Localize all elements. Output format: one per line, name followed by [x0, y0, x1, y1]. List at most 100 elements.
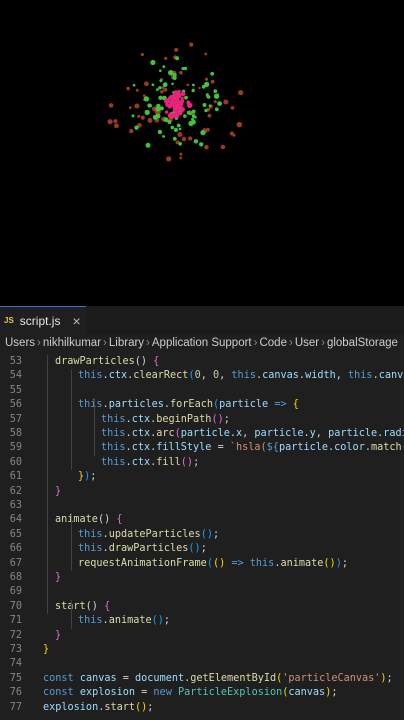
particle-dot	[186, 100, 191, 105]
breadcrumb-separator-icon: ›	[321, 337, 325, 349]
code-token: fill	[156, 456, 181, 468]
code-token: arc	[156, 428, 175, 439]
code-text: requestAnimationFrame(() => this.animate…	[78, 557, 348, 571]
particle-dot	[172, 136, 177, 141]
particle-dot	[162, 82, 168, 88]
particle-dot	[113, 119, 118, 124]
code-token: =>	[268, 399, 293, 411]
code-token: const	[43, 672, 80, 684]
particle-dot	[213, 100, 217, 104]
code-line[interactable]: 57 this.ctx.beginPath();	[0, 413, 404, 427]
code-token: particle	[219, 399, 269, 411]
particle-dot	[165, 103, 169, 107]
code-line[interactable]: 74	[0, 657, 404, 671]
code-token: particle	[278, 442, 329, 454]
code-line[interactable]: 77 explosion.start();	[0, 701, 404, 715]
line-number: 73	[9, 644, 22, 655]
particle-dot	[144, 109, 150, 115]
breadcrumb-item[interactable]: globalStorage	[327, 337, 398, 349]
code-line[interactable]: 67 requestAnimationFrame(() => this.anima…	[0, 557, 404, 571]
breadcrumb-item[interactable]: Users	[5, 337, 35, 349]
code-text: }	[55, 485, 61, 499]
code-text: this.particles.forEach(particle => {	[78, 398, 299, 412]
particle-dot	[144, 81, 149, 87]
code-line[interactable]: 53 drawParticles() {	[0, 355, 404, 369]
code-line[interactable]: 64 animate() {	[0, 513, 404, 527]
particle-dot	[143, 96, 150, 102]
particle-dot	[238, 90, 244, 96]
code-line[interactable]: 54 this.ctx.clearRect(0, 0, this.canvas.w…	[0, 369, 404, 383]
code-text: this.ctx.beginPath();	[101, 413, 230, 427]
code-line[interactable]: 63	[0, 499, 404, 513]
code-token: animate	[55, 514, 98, 526]
particle-dot	[134, 103, 140, 109]
code-token: width	[305, 370, 336, 382]
breadcrumb-separator-icon: ›	[103, 337, 107, 349]
code-token: =	[211, 442, 230, 454]
breadcrumb-item[interactable]: Library	[109, 337, 144, 349]
close-tab-icon[interactable]: ×	[72, 314, 80, 328]
particle-explosion-canvas	[107, 42, 244, 162]
particle-dot	[202, 103, 207, 107]
code-token: ,	[219, 370, 232, 382]
code-line[interactable]: 58 this.ctx.arc(particle.x, particle.y, p…	[0, 427, 404, 441]
particle-dot	[205, 93, 209, 97]
breadcrumb-item[interactable]: Code	[259, 337, 287, 349]
line-number: 59	[9, 442, 22, 454]
code-token: }	[55, 572, 62, 583]
particle-dot	[204, 144, 209, 150]
particle-dot	[206, 127, 210, 132]
tab-script-js[interactable]: JS script.js ×	[0, 306, 86, 334]
code-token: ()	[212, 557, 226, 569]
code-line[interactable]: 70 start() {	[0, 600, 404, 614]
code-token: =>	[225, 557, 250, 569]
particle-dot	[147, 103, 152, 108]
code-line[interactable]: 61});	[0, 470, 404, 484]
code-text: start() {	[55, 600, 110, 614]
code-line[interactable]: 62}	[0, 485, 404, 499]
particle-dot	[192, 83, 195, 87]
particle-dot	[181, 67, 185, 71]
code-line[interactable]: 65 this.updateParticles();	[0, 528, 404, 542]
code-line[interactable]: 66 this.drawParticles();	[0, 542, 404, 556]
particle-dot	[173, 103, 177, 107]
code-token: explosion	[79, 687, 136, 699]
code-line[interactable]: 68}	[0, 571, 404, 585]
code-token: ;	[90, 471, 97, 483]
code-token: this	[348, 370, 373, 382]
code-line[interactable]: 75 const canvas = document.getElementById…	[0, 672, 404, 686]
particle-dot	[173, 127, 178, 132]
code-line[interactable]: 59 this.ctx.fillStyle = `hsla(${particle.…	[0, 441, 404, 455]
indent-guide	[71, 599, 72, 629]
code-token: ()	[323, 557, 336, 569]
code-token: =	[116, 672, 136, 684]
code-line[interactable]: 69	[0, 585, 404, 599]
breadcrumb-item[interactable]: Application Support	[152, 337, 252, 349]
breadcrumb-item[interactable]: User	[295, 337, 319, 349]
code-line[interactable]: 60 this.ctx.fill();	[0, 456, 404, 470]
code-token: ,	[315, 428, 329, 439]
code-line[interactable]: 72}	[0, 629, 404, 643]
particle-dot	[159, 79, 163, 83]
particle-dot	[150, 59, 156, 66]
code-line[interactable]: 73}	[0, 643, 404, 657]
code-token: ;	[200, 543, 207, 555]
breadcrumb-item[interactable]: nikhilkumar	[43, 337, 101, 349]
code-token: ctx	[131, 413, 151, 425]
code-line[interactable]: 56 this.particles.forEach(particle => {	[0, 398, 404, 412]
code-token: ;	[147, 701, 154, 713]
code-token: ()	[135, 701, 148, 713]
code-line[interactable]: 76 const explosion = new ParticleExplosio…	[0, 686, 404, 700]
code-token: this	[78, 543, 103, 555]
code-token: start	[104, 701, 136, 713]
line-number: 75	[9, 672, 22, 684]
code-token: this	[231, 370, 256, 382]
particle-dot	[159, 69, 162, 72]
code-line[interactable]: 55	[0, 384, 404, 398]
code-line[interactable]: 71 this.animate();	[0, 614, 404, 628]
code-token: ()	[97, 514, 117, 526]
code-editor[interactable]: 53 drawParticles() {54 this.ctx.clearRect(…	[0, 352, 404, 720]
particle-dot	[193, 139, 199, 144]
javascript-file-icon: JS	[4, 316, 14, 325]
particle-dot	[184, 95, 188, 100]
